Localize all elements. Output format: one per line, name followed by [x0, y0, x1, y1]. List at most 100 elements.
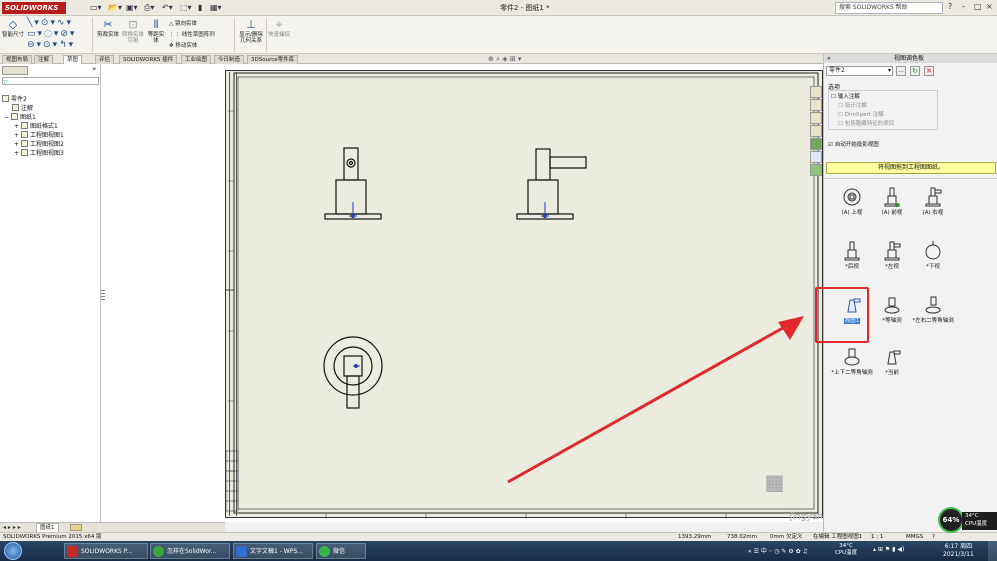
tree-item-sheet-format[interactable]: + 图纸格式1	[14, 122, 58, 130]
move-entities-item[interactable]: ✥ 移动实体	[169, 41, 197, 49]
tab-addins[interactable]: SOLIDWORKS 插件	[119, 55, 178, 64]
tree-item-view1[interactable]: + 工程图视图1	[14, 131, 64, 139]
hidden-features-check[interactable]: ☐ 包括隐藏特征的项目	[838, 119, 894, 127]
panel-tab-icons[interactable]	[2, 66, 28, 75]
options-icon[interactable]: ▦▾	[210, 3, 222, 13]
tree-item-sheet[interactable]: − 图纸1	[4, 113, 36, 121]
taskbar-solidworks[interactable]: SOLIDWORKS P...	[64, 543, 148, 559]
status-definition: 欠定义	[786, 534, 803, 540]
minimize-button[interactable]: -	[962, 2, 965, 11]
view-dimetric-lr[interactable]: *左右二等角轴测	[908, 294, 958, 325]
view-palette-icon[interactable]	[810, 164, 822, 176]
panel-splitter[interactable]	[101, 290, 105, 302]
sheet-nav-icons[interactable]: ◂ ▸ ▸ ▸	[3, 524, 21, 531]
tree-item-annotations[interactable]: 注解	[12, 104, 33, 112]
rebuild-icon[interactable]: ▮	[198, 3, 202, 13]
tab-view-layout[interactable]: 视图布局	[2, 55, 33, 64]
rect-tools-row[interactable]: ▭▾◌▾⊘▾	[27, 29, 76, 39]
display-relations-button[interactable]: ⊥ 显示/删除几何关系	[237, 19, 265, 45]
tray-system-icons[interactable]: ▴ ⊞ ⚑ ▮ ◀)	[873, 546, 904, 553]
help-icon[interactable]: ?	[948, 2, 952, 11]
clear-icon[interactable]: ✕	[924, 66, 934, 76]
tray-icons[interactable]: « ☰ 中 ◦ ◷ ✎ ⚙ ✿ ♫	[748, 546, 808, 555]
tree-item-view2[interactable]: + 工程图视图2	[14, 140, 64, 148]
drawing-view-front[interactable]	[318, 146, 384, 222]
sheet-format-icon	[20, 122, 28, 129]
tab-3dsource[interactable]: 3DSource零件库	[247, 55, 299, 64]
show-desktop-button[interactable]	[988, 541, 997, 561]
drag-hint-banner: 将视图拖到工程图图纸。	[826, 162, 996, 174]
search-icon[interactable]	[810, 125, 822, 137]
design-annotations-check[interactable]: ☐ 设计注解	[838, 101, 867, 109]
smart-dimension-button[interactable]: ◇ 智能尺寸	[2, 19, 24, 39]
auto-projected-view-check[interactable]: ☑ 自动开始投影视图	[828, 140, 879, 148]
status-x-coord: 1393.29mm	[678, 534, 712, 540]
quick-snaps-button[interactable]: ⌖ 快速捕捉	[268, 19, 290, 39]
appearances-icon[interactable]	[810, 138, 822, 150]
slot-tools-row[interactable]: ⊖▾⊙▾↰▾	[27, 40, 75, 50]
save-icon[interactable]: ▣▾	[126, 3, 138, 13]
taskbar-wechat[interactable]: 微信	[316, 543, 366, 559]
taskbar-wps[interactable]: 文字文稿1 - WPS...	[233, 543, 313, 559]
tray-cpu-temp[interactable]: 34°C CPU温度	[835, 543, 857, 557]
cpu-usage-gauge[interactable]: 64%	[938, 507, 964, 533]
line-tools-row[interactable]: ╲▾⊙▾∿▾	[27, 18, 73, 28]
close-button[interactable]: ×	[986, 2, 993, 11]
drawing-view-top[interactable]	[320, 334, 386, 410]
view-current[interactable]: *当前	[867, 346, 917, 377]
resources-icon[interactable]	[810, 86, 822, 98]
status-units[interactable]: MMGS	[906, 533, 923, 541]
mirror-entities-item[interactable]: △ 镜向实体	[169, 19, 197, 27]
collapse-pane-icon[interactable]: «	[827, 54, 831, 63]
drawing-view-right[interactable]	[510, 146, 590, 222]
tree-item-view3[interactable]: + 工程图视图3	[14, 149, 64, 157]
sheet-left-zone-strip	[229, 72, 237, 516]
task-pane-tabs	[810, 86, 823, 176]
taskbar-browser[interactable]: 怎样在SolidWor...	[150, 543, 230, 559]
add-sheet-icon[interactable]	[70, 524, 82, 531]
tab-industrial-drawing[interactable]: 工业绘图	[181, 55, 212, 64]
tree-filter-input[interactable]: ▽	[2, 77, 99, 86]
view-bottom[interactable]: *下视	[908, 240, 958, 271]
linear-pattern-item[interactable]: ⋮⋮ 线性草图阵列	[169, 30, 215, 38]
convert-entities-button[interactable]: ⊡ 转换实体引用	[121, 19, 145, 45]
current-view-icon	[887, 350, 901, 365]
isometric-icon	[884, 297, 900, 314]
heads-up-view-toolbar[interactable]: ⊕ ⌕ ◈ ⊞ ▾	[488, 55, 521, 64]
expand-panel-icon[interactable]: »	[92, 65, 96, 73]
part-select[interactable]: 零件2 ▾	[826, 66, 893, 76]
view-palette-title: 视图调色板	[894, 55, 925, 62]
taskbar-clock[interactable]: 6:17 周四 2021/3/11	[943, 543, 974, 559]
file-explorer-icon[interactable]	[810, 112, 822, 124]
trim-entities-button[interactable]: ✂ 剪裁实体	[96, 18, 120, 39]
view-right[interactable]: (A) 右视	[908, 186, 958, 217]
trim-icon: ✂	[103, 18, 113, 31]
import-annotations-check[interactable]: ☐ 输入注解	[831, 92, 860, 100]
tab-today-manufacturing[interactable]: 今日制造	[214, 55, 245, 64]
status-scale[interactable]: 1 : 1	[871, 533, 883, 541]
open-file-icon[interactable]: 📂▾	[108, 3, 122, 13]
select-icon[interactable]: ⬚▾	[180, 3, 192, 13]
custom-properties-icon[interactable]	[810, 151, 822, 163]
ribbon-separator	[266, 18, 267, 52]
refresh-icon[interactable]: ↻	[910, 66, 920, 76]
status-help-icon[interactable]: ?	[932, 533, 935, 541]
front-view-icon	[884, 187, 900, 207]
tab-evaluate[interactable]: 评估	[95, 55, 115, 64]
maximize-button[interactable]: □	[974, 2, 982, 11]
tab-sketch[interactable]: 草图	[63, 55, 83, 64]
tree-root[interactable]: 零件2	[2, 95, 27, 103]
undo-icon[interactable]: ↶▾	[162, 3, 173, 13]
tab-annotation[interactable]: 注解	[34, 55, 54, 64]
wechat-icon	[319, 546, 330, 557]
offset-entities-button[interactable]: ⫴ 等距实体	[146, 19, 166, 45]
print-icon[interactable]: ⎙▾	[144, 3, 154, 13]
start-button[interactable]	[4, 542, 22, 560]
design-library-icon[interactable]	[810, 99, 822, 111]
help-search-input[interactable]: 搜索 SOLIDWORKS 帮助	[835, 2, 943, 14]
browse-button[interactable]: …	[896, 66, 906, 76]
solidworks-logo[interactable]: SOLIDWORKS	[2, 2, 66, 14]
new-file-icon[interactable]: ▭▾	[90, 3, 102, 13]
sheet-tab-1[interactable]: 图纸1	[36, 523, 59, 532]
dimxpert-annotations-check[interactable]: ☐ DimXpert 注解	[838, 110, 884, 118]
